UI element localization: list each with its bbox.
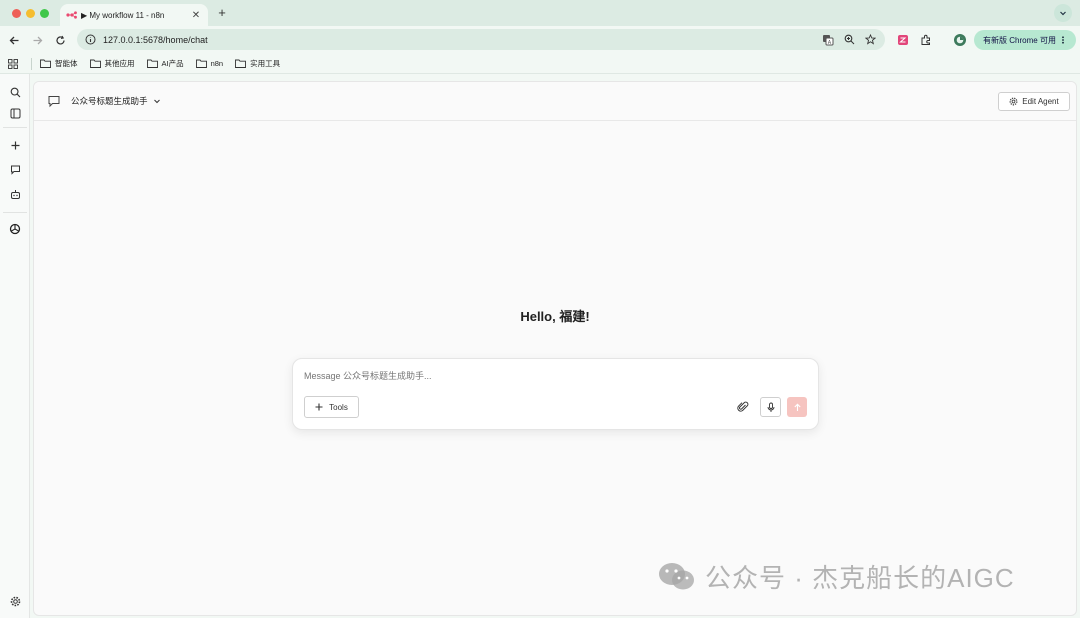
plus-icon xyxy=(315,403,323,411)
microphone-button[interactable] xyxy=(760,397,781,417)
forward-button[interactable] xyxy=(29,32,45,48)
tab-close-icon[interactable]: ✕ xyxy=(190,10,202,21)
sidebar-toggle-icon[interactable] xyxy=(7,105,23,121)
settings-gear-icon xyxy=(1009,97,1018,106)
site-info-icon[interactable] xyxy=(85,34,97,46)
folder-icon xyxy=(89,59,101,68)
edit-agent-label: Edit Agent xyxy=(1022,97,1059,106)
browser-tab-bar: ▶ My workflow 11 - n8n ✕ + xyxy=(0,0,1080,26)
translate-icon[interactable]: A xyxy=(821,33,835,47)
bot-icon[interactable] xyxy=(7,186,23,202)
bookmark-folder[interactable]: 实用工具 xyxy=(235,58,280,69)
search-icon[interactable] xyxy=(7,84,23,100)
reload-button[interactable] xyxy=(52,32,68,48)
chat-header: 公众号标题生成助手 Edit Agent xyxy=(34,82,1076,121)
chevron-down-icon xyxy=(1060,11,1066,16)
watermark-text: 公众号 · 杰克船长的AIGC xyxy=(705,563,1015,593)
bookmarks-bar: 智能体 其他应用 AI产品 n8n 实用工具 xyxy=(0,54,1080,74)
agent-selector[interactable]: 公众号标题生成助手 xyxy=(71,95,161,107)
apps-grid-icon[interactable] xyxy=(7,58,19,70)
browser-tab-active[interactable]: ▶ My workflow 11 - n8n ✕ xyxy=(60,4,208,26)
reload-icon xyxy=(55,35,65,45)
folder-icon xyxy=(40,59,51,68)
wechat-logo-icon xyxy=(659,562,694,589)
app-area: 公众号标题生成助手 Edit Agent Hello, 福建! Tools xyxy=(0,74,1080,618)
message-input[interactable] xyxy=(304,371,724,381)
bookmark-label: n8n xyxy=(210,59,224,68)
tab-search-button[interactable] xyxy=(1054,4,1072,22)
chat-bubble-icon[interactable] xyxy=(7,161,23,177)
update-label: 有新版 Chrome 可用 xyxy=(983,35,1056,45)
send-button[interactable] xyxy=(787,397,807,417)
bookmark-folder[interactable]: n8n xyxy=(195,59,224,68)
chat-panel: 公众号标题生成助手 Edit Agent Hello, 福建! Tools xyxy=(33,81,1077,616)
bookmark-label: 实用工具 xyxy=(250,59,281,68)
profile-avatar-icon[interactable] xyxy=(952,32,968,48)
bookmark-label: AI产品 xyxy=(161,59,184,68)
folder-icon xyxy=(195,59,207,68)
microphone-icon xyxy=(767,402,774,412)
back-button[interactable] xyxy=(6,32,22,48)
bookmark-folder[interactable]: AI产品 xyxy=(146,58,184,69)
arrow-right-icon xyxy=(33,36,42,44)
message-composer: Tools xyxy=(292,358,819,430)
bookmark-folder[interactable]: 智能体 xyxy=(40,58,78,69)
folder-icon xyxy=(235,59,247,68)
arrow-left-icon xyxy=(9,36,18,44)
extensions-puzzle-icon[interactable] xyxy=(918,32,934,48)
sidebar-divider xyxy=(3,127,27,128)
left-sidebar xyxy=(0,74,30,618)
zoom-icon[interactable] xyxy=(842,33,856,47)
bookmark-star-icon[interactable] xyxy=(863,33,877,47)
n8n-favicon-icon xyxy=(66,11,77,19)
openai-model-icon[interactable] xyxy=(7,221,23,237)
chevron-down-icon xyxy=(153,99,160,104)
new-chat-plus-icon[interactable] xyxy=(7,137,23,153)
more-vertical-icon xyxy=(1062,36,1064,44)
browser-toolbar: 127.0.0.1:5678/home/chat A 有新版 Chrome 可用 xyxy=(0,26,1080,54)
new-tab-button[interactable]: + xyxy=(214,5,230,21)
svg-text:A: A xyxy=(828,40,832,46)
edit-agent-button[interactable]: Edit Agent xyxy=(998,92,1070,111)
bookmark-folder[interactable]: 其他应用 xyxy=(89,58,135,69)
bookmarks-divider xyxy=(31,57,32,70)
arrow-up-icon xyxy=(793,403,801,411)
extension-icon[interactable] xyxy=(895,32,911,48)
watermark: 公众号 · 杰克船长的AIGC xyxy=(657,558,1015,595)
window-minimize-button[interactable] xyxy=(26,9,35,18)
sidebar-divider xyxy=(3,212,27,213)
attach-paperclip-icon[interactable] xyxy=(736,400,750,414)
greeting-heading: Hello, 福建! xyxy=(520,309,590,324)
url-text: 127.0.0.1:5678/home/chat xyxy=(103,34,208,45)
window-zoom-button[interactable] xyxy=(40,9,49,18)
settings-gear-icon[interactable] xyxy=(7,593,23,609)
address-bar[interactable]: 127.0.0.1:5678/home/chat A xyxy=(77,29,885,50)
bookmark-label: 其他应用 xyxy=(104,59,135,68)
chrome-update-button[interactable]: 有新版 Chrome 可用 xyxy=(974,30,1076,50)
window-close-button[interactable] xyxy=(12,9,21,18)
bookmark-label: 智能体 xyxy=(55,59,78,68)
tools-button[interactable]: Tools xyxy=(304,396,359,418)
tab-title: ▶ My workflow 11 - n8n xyxy=(81,10,165,20)
folder-icon xyxy=(146,59,158,68)
agent-name: 公众号标题生成助手 xyxy=(71,96,148,106)
tools-label: Tools xyxy=(329,402,348,412)
chat-bubble-icon xyxy=(48,96,60,108)
